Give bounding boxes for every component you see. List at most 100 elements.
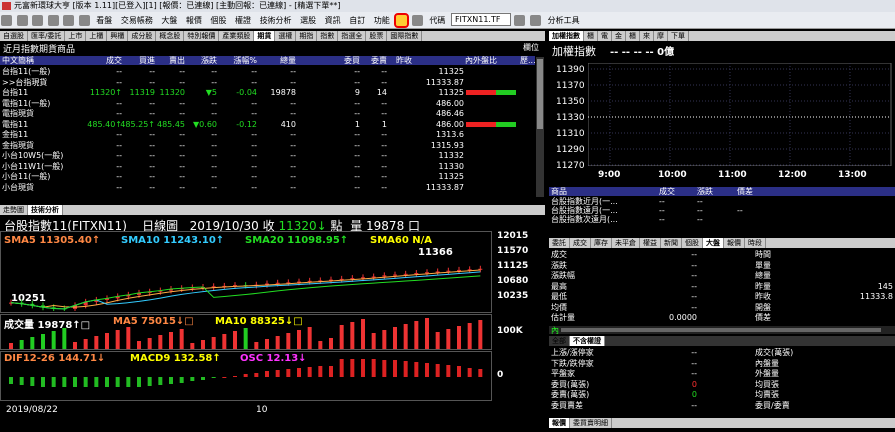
left-tab-6[interactable]: 概念股 [156,31,185,41]
table-row[interactable]: >>台指現貨 -- -- -- -- -- -- -- -- 11333.87 [0,78,535,87]
left-tab-9[interactable]: 期貨 [254,31,276,41]
bottom-tab-0[interactable]: 報價 [549,418,570,428]
right-tab-4[interactable]: 櫃 [626,31,640,41]
detail-tab-6[interactable]: 個股 [682,238,703,248]
left-tab-8[interactable]: 產業類股 [219,31,255,41]
menu-quote[interactable]: 報價 [183,12,205,28]
left-tab-5[interactable]: 成分股 [128,31,157,41]
menu-stock[interactable]: 個股 [207,12,229,28]
col-header-9[interactable]: 昨收 [396,56,412,65]
table-row[interactable]: 金指現貨 -- -- -- -- -- -- -- -- 1315.93 [0,141,535,150]
back-icon[interactable] [16,15,28,26]
sub-tab-1[interactable]: 不含權證 [570,336,605,346]
forward-icon[interactable] [514,15,526,26]
col-header-6[interactable]: 總量 [280,56,296,65]
left-tab-14[interactable]: 股票 [366,31,388,41]
table-row[interactable]: 小台10W5(一般) -- -- -- -- -- -- -- -- 11332 [0,151,535,160]
detail-tab-8[interactable]: 報價 [724,238,745,248]
sub-tab-0[interactable]: 全部 [549,336,570,346]
spread-col-0[interactable]: 商品 [551,187,567,196]
table-row[interactable]: 電指11(一般) -- -- -- -- -- -- -- -- 486.00 [0,99,535,108]
detail-tab-2[interactable]: 庫存 [591,238,612,248]
refresh-icon[interactable] [47,15,59,26]
menu-function[interactable]: 功能 [371,12,393,28]
left-tab-7[interactable]: 特別報價 [184,31,220,41]
menu-market[interactable]: 大盤 [158,12,180,28]
dropdown-icon[interactable] [530,15,542,26]
scroll-thumb[interactable] [537,59,543,129]
menu-warrant[interactable]: 權證 [232,12,254,28]
list-icon[interactable] [78,15,90,26]
home-icon[interactable] [1,15,12,26]
col-header-3[interactable]: 賣出 [169,56,185,65]
left-tab-3[interactable]: 上櫃 [86,31,108,41]
detail-tab-7[interactable]: 大盤 [703,238,724,248]
table-row[interactable]: 台指11(一般) -- -- -- -- -- -- -- -- 11325 [0,67,535,76]
tech-tab-1[interactable]: 技術分析 [28,205,63,215]
right-tab-3[interactable]: 金 [612,31,626,41]
spread-row[interactable]: 台股指數次遠月(... -- -- [549,215,895,224]
left-tab-13[interactable]: 指選全 [338,31,367,41]
spread-row[interactable]: 台股指數近月(一... -- -- [549,197,895,206]
osc-bar [403,361,408,377]
bottom-tab-1[interactable]: 委買賣明細 [570,418,612,428]
table-row[interactable]: 電指11 485.40↑ 485.25↑ 485.45 ▼0.60 -0.12 410 1 1 4… [0,120,535,129]
right-tab-2[interactable]: 電 [598,31,612,41]
tech-tab-0[interactable]: 走勢圖 [0,205,28,215]
settings-icon[interactable] [411,15,423,26]
spread-row[interactable]: 台股指數遠月(一... -- -- -- [549,206,895,215]
col-header-5[interactable]: 漲幅% [233,56,257,65]
grid-icon[interactable] [63,15,75,26]
menu-watch[interactable]: 看盤 [93,12,115,28]
col-header-7[interactable]: 委買 [344,56,360,65]
col-header-8[interactable]: 委賣 [371,56,387,65]
right-tab-0[interactable]: 加權指數 [549,31,584,41]
right-tab-7[interactable]: 下單 [668,31,689,41]
spread-col-1[interactable]: 成交 [659,187,675,196]
left-tab-10[interactable]: 選權 [275,31,297,41]
col-header-4[interactable]: 漲跌 [201,56,217,65]
col-header-10[interactable]: 內外盤比 [465,56,497,65]
menu-tech[interactable]: 技術分析 [257,12,295,28]
cell: -- [179,172,185,181]
table-row[interactable]: 電指現貨 -- -- -- -- -- -- -- -- 486.46 [0,109,535,118]
left-tab-2[interactable]: 上市 [65,31,87,41]
left-tab-4[interactable]: 興櫃 [107,31,129,41]
detail-tab-5[interactable]: 新聞 [661,238,682,248]
menu-custom[interactable]: 自訂 [346,12,368,28]
detail-tab-1[interactable]: 成交 [570,238,591,248]
left-tab-15[interactable]: 國際指數 [387,31,423,41]
spread-col-2[interactable]: 漲跌 [697,187,713,196]
left-tab-0[interactable]: 自選股 [0,31,28,41]
left-tab-11[interactable]: 期指 [296,31,318,41]
col-header-0[interactable]: 中文簡稱 [2,56,34,65]
col-header-1[interactable]: 成交 [106,56,122,65]
col-header-11[interactable]: 歷... [520,56,536,65]
menu-info[interactable]: 資訊 [322,12,344,28]
column-settings[interactable]: 欄位 [523,42,539,53]
detail-tab-3[interactable]: 未平倉 [612,238,640,248]
code-input[interactable]: FITXN11.TF [450,13,511,26]
col-header-2[interactable]: 買進 [139,56,155,65]
forward-icon[interactable] [32,15,44,26]
detail-tab-9[interactable]: 時段 [745,238,766,248]
right-tab-5[interactable]: 來 [640,31,654,41]
right-tab-6[interactable]: 摩 [654,31,668,41]
right-tab-1[interactable]: 櫃 [584,31,598,41]
detail-tab-4[interactable]: 權益 [640,238,661,248]
detail-tab-0[interactable]: 委託 [549,238,570,248]
pen-icon[interactable] [394,13,410,28]
menu-screener[interactable]: 選股 [297,12,319,28]
menu-trade[interactable]: 交易帳務 [118,12,156,28]
menu-analysis-tools[interactable]: 分析工具 [545,12,583,28]
spread-col-3[interactable]: 價差 [737,187,753,196]
table-row[interactable]: 小台11(一般) -- -- -- -- -- -- -- -- 11325 [0,172,535,181]
table-row[interactable]: 金指11 -- -- -- -- -- -- -- -- 1313.6 [0,130,535,139]
osc-bar [233,376,237,377]
quote-scrollbar[interactable] [536,57,544,197]
table-row[interactable]: 小台現貨 -- -- -- -- -- -- -- -- 11333.87 [0,183,535,192]
table-row[interactable]: 小台11W1(一般) -- -- -- -- -- -- -- -- 11330 [0,162,535,171]
table-row[interactable]: 台指11 11320↑ 11319 11320 ▼5 -0.04 19878 9 14 11325 [0,88,535,97]
left-tab-12[interactable]: 指數 [317,31,339,41]
left-tab-1[interactable]: 匯率/委託 [28,31,66,41]
